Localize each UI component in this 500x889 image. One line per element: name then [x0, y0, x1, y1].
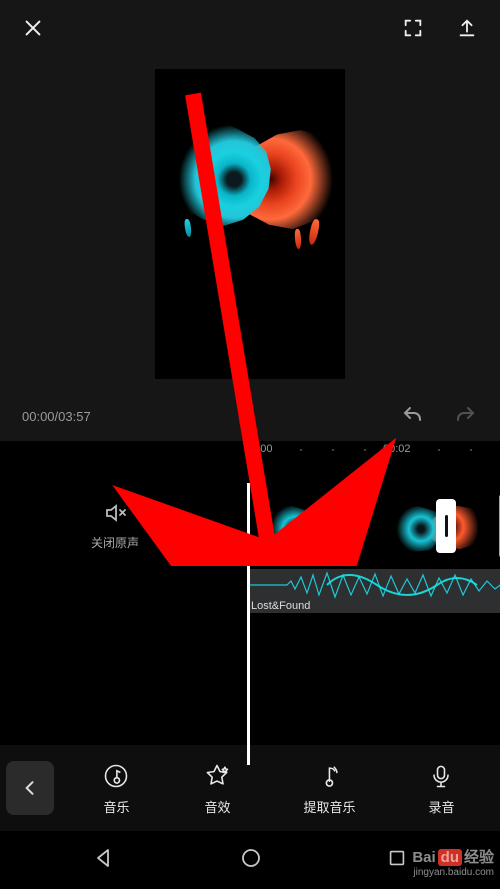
tool-label: 音乐: [103, 797, 129, 816]
clip-trim-handle[interactable]: [436, 499, 456, 553]
audio-toolbar: 音乐 音效 提取音乐 录音: [0, 745, 500, 831]
time-current: 00:00: [22, 409, 55, 424]
extract-music-icon: [314, 761, 344, 791]
android-navigation-bar: [0, 831, 500, 889]
preview-canvas[interactable]: [155, 69, 345, 379]
waveform: [247, 569, 500, 601]
play-icon[interactable]: [234, 403, 256, 429]
playhead[interactable]: [247, 483, 250, 765]
timeline-ruler: 00:00 00:02: [0, 441, 500, 465]
time-total: 03:57: [58, 409, 91, 424]
tool-label: 音效: [204, 797, 230, 816]
tool-label: 录音: [428, 797, 454, 816]
microphone-icon: [426, 761, 456, 791]
timeline[interactable]: 00:00 00:02 关闭原声 Lost&Found: [0, 441, 500, 765]
nav-home-icon[interactable]: [239, 846, 263, 875]
audio-clip-label: Lost&Found: [251, 600, 310, 612]
nav-back-icon[interactable]: [92, 846, 116, 875]
tool-record[interactable]: 录音: [426, 761, 456, 816]
tool-sfx[interactable]: 音效: [202, 761, 232, 816]
audio-track[interactable]: Lost&Found: [247, 569, 500, 613]
mute-label: 关闭原声: [91, 534, 139, 551]
export-icon[interactable]: [454, 15, 480, 41]
fullscreen-icon[interactable]: [400, 15, 426, 41]
tool-music[interactable]: 音乐: [101, 761, 131, 816]
preview-area: [0, 56, 500, 391]
close-icon[interactable]: [20, 15, 46, 41]
tracks: 关闭原声 Lost&Found: [0, 465, 500, 765]
nav-recent-icon[interactable]: [386, 847, 408, 874]
top-bar: [0, 0, 500, 56]
undo-icon[interactable]: [400, 403, 426, 429]
tool-label: 提取音乐: [303, 797, 355, 816]
mute-original-audio[interactable]: 关闭原声: [0, 495, 230, 557]
redo-icon[interactable]: [452, 403, 478, 429]
ruler-tick: 00:02: [383, 443, 411, 455]
video-clip-thumb[interactable]: [247, 495, 373, 557]
tool-extract-music[interactable]: 提取音乐: [303, 761, 355, 816]
timecode: 00:00/03:57: [22, 409, 91, 424]
playback-bar: 00:00/03:57: [0, 391, 500, 441]
back-button[interactable]: [6, 761, 54, 815]
video-track[interactable]: [247, 495, 500, 557]
ruler-tick: 00:00: [245, 443, 273, 455]
music-note-icon: [101, 761, 131, 791]
mute-icon: [103, 501, 127, 530]
star-icon: [202, 761, 232, 791]
